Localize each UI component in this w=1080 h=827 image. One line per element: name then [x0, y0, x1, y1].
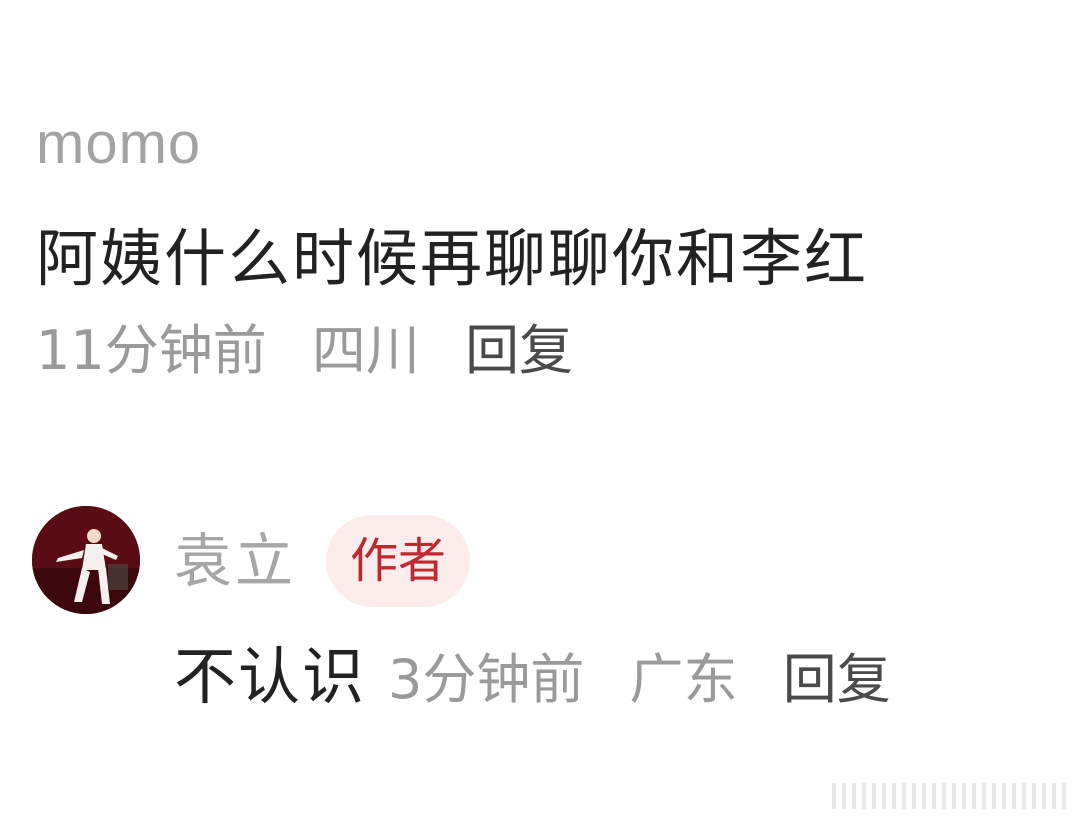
reply-timestamp: 3分钟前 — [388, 648, 585, 711]
comment-text: 阿姨什么时候再聊聊你和李红 — [36, 222, 869, 295]
reply-location: 广东 — [629, 648, 738, 711]
reply-text: 不认识 — [174, 640, 367, 713]
comment-reply-button[interactable]: 回复 — [465, 318, 573, 384]
watermark-icon — [832, 779, 1066, 813]
comment-timestamp: 11分钟前 — [36, 319, 267, 382]
reply-username[interactable]: 袁立 — [174, 525, 296, 597]
author-badge: 作者 — [326, 515, 471, 607]
comment-location: 四川 — [311, 319, 420, 382]
reply-reply-button[interactable]: 回复 — [783, 647, 891, 713]
user-avatar-icon[interactable] — [32, 506, 140, 614]
comment-username[interactable]: momo — [36, 108, 1036, 180]
comment-meta: 11分钟前 四川 回复 — [36, 318, 1036, 384]
reply-body: 不认识 3分钟前 广东 回复 — [174, 638, 891, 716]
reply-meta: 3分钟前 广东 回复 — [388, 647, 891, 713]
comment: momo 阿姨什么时候再聊聊你和李红 11分钟前 四川 回复 — [36, 108, 1036, 384]
reply-header: 袁立 作者 — [174, 515, 471, 607]
